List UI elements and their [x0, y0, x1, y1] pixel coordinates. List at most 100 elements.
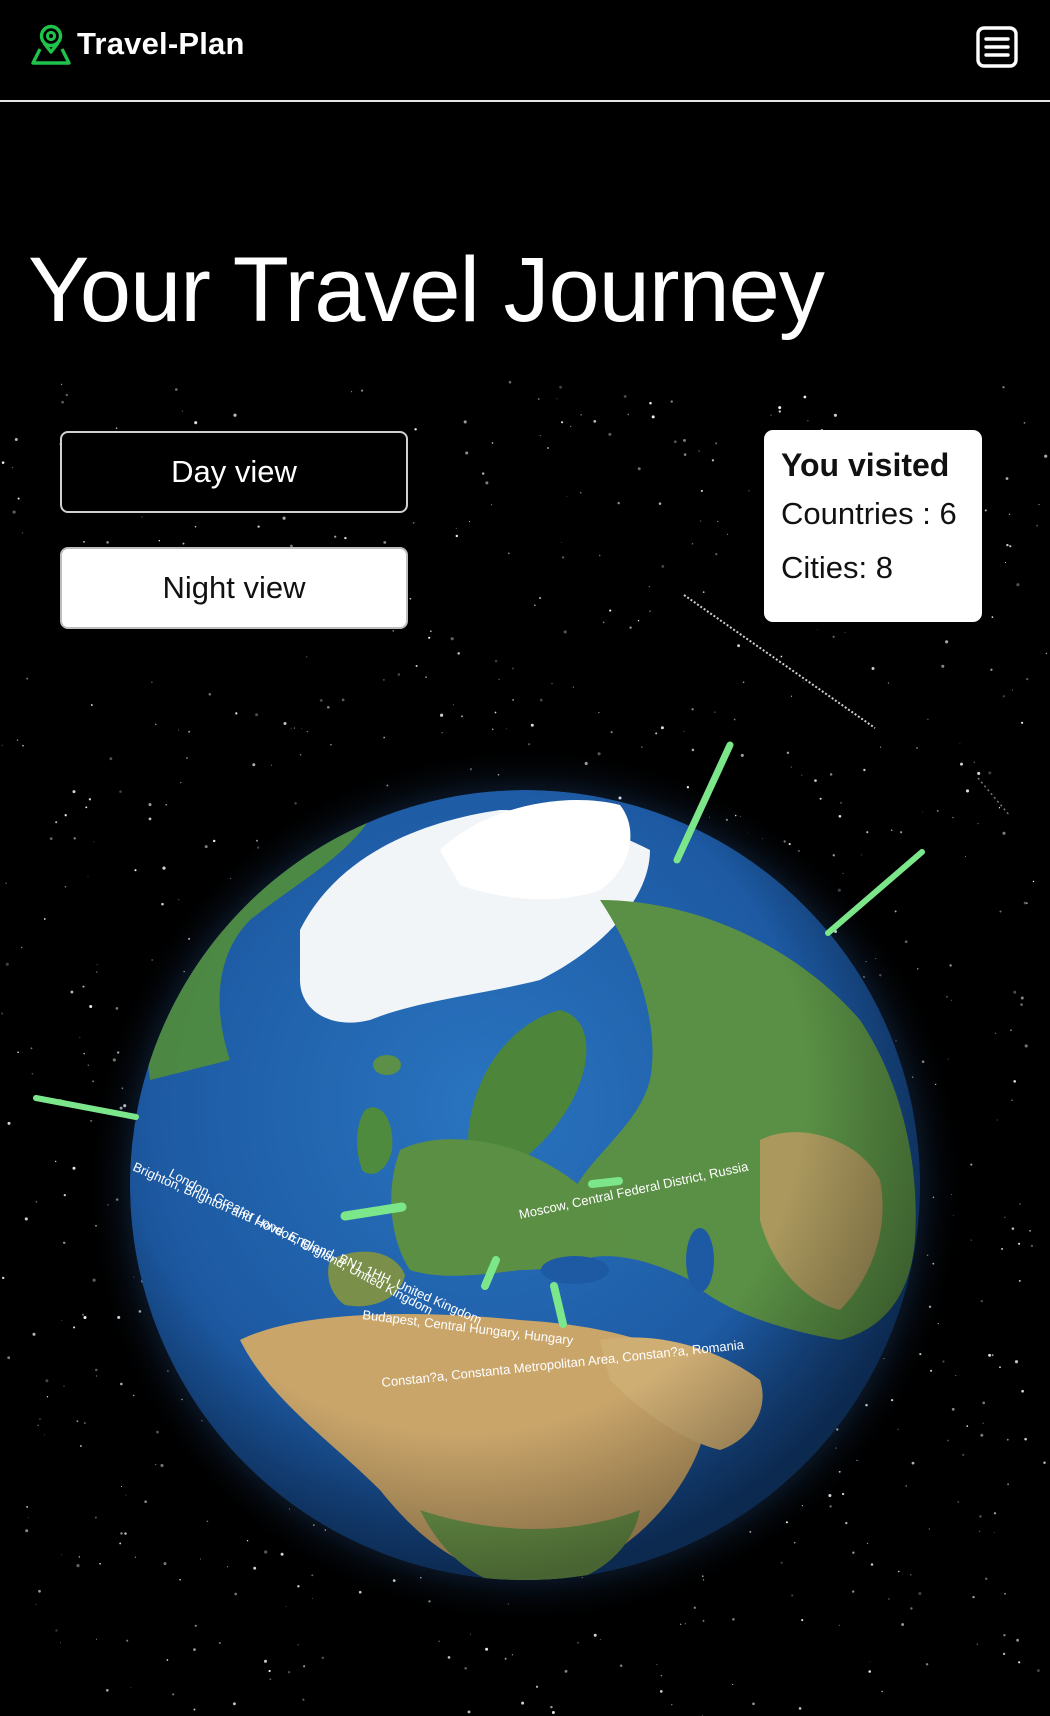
star	[649, 610, 651, 613]
star	[732, 1617, 735, 1621]
star	[941, 664, 945, 668]
star	[319, 698, 323, 702]
star	[457, 652, 460, 655]
star	[637, 467, 641, 471]
star	[165, 803, 168, 806]
star	[752, 1702, 755, 1706]
star	[1018, 1242, 1021, 1245]
star	[683, 438, 686, 442]
star	[321, 1656, 325, 1660]
star	[470, 1633, 471, 1635]
star	[816, 628, 818, 630]
star	[564, 1669, 568, 1673]
star	[30, 1047, 33, 1050]
star	[1013, 1080, 1016, 1083]
star	[232, 1702, 236, 1706]
star	[966, 1425, 969, 1427]
star	[852, 1590, 855, 1593]
star	[928, 1528, 930, 1530]
star	[942, 1360, 945, 1363]
star	[881, 1690, 883, 1693]
star	[990, 668, 993, 671]
star	[485, 1647, 489, 1651]
star	[409, 597, 412, 600]
star	[918, 1592, 922, 1596]
star	[25, 1529, 29, 1533]
star	[121, 1485, 123, 1488]
star	[450, 637, 454, 641]
star	[1030, 1244, 1034, 1248]
star	[467, 1710, 471, 1714]
star	[566, 495, 568, 497]
star	[803, 395, 807, 399]
star	[94, 1368, 98, 1372]
star	[76, 1420, 79, 1423]
star	[993, 1512, 997, 1515]
star	[27, 1517, 29, 1518]
star	[901, 1623, 905, 1626]
star	[148, 817, 152, 821]
star	[1029, 1229, 1032, 1232]
star	[235, 712, 238, 715]
star	[702, 591, 705, 593]
star	[1021, 721, 1024, 724]
star	[608, 432, 612, 436]
star	[297, 1643, 300, 1646]
star	[35, 1201, 38, 1203]
star	[7, 1121, 11, 1125]
star	[465, 451, 469, 455]
star	[96, 964, 98, 966]
star	[936, 809, 939, 812]
star	[819, 797, 822, 800]
star	[92, 1080, 95, 1083]
star	[1026, 678, 1029, 681]
star	[868, 1670, 871, 1673]
star	[392, 630, 394, 632]
star	[60, 383, 63, 386]
star	[504, 1657, 507, 1660]
star	[120, 1532, 123, 1535]
star	[44, 1434, 46, 1436]
star	[425, 676, 427, 678]
star	[539, 596, 542, 600]
star	[598, 554, 601, 557]
star	[1023, 422, 1026, 424]
star	[952, 816, 954, 819]
star	[949, 964, 952, 967]
star	[947, 1058, 950, 1060]
star	[76, 1564, 80, 1568]
star	[330, 743, 332, 746]
day-view-button[interactable]: Day view	[60, 431, 408, 513]
star	[982, 1422, 984, 1424]
star	[1045, 652, 1048, 655]
star	[151, 681, 153, 683]
star	[791, 1594, 794, 1597]
star	[659, 1690, 663, 1693]
star	[148, 803, 152, 807]
star	[83, 1052, 85, 1055]
star	[866, 1542, 869, 1545]
location-marker[interactable]	[588, 1177, 623, 1188]
night-view-button[interactable]: Night view	[60, 547, 408, 629]
star	[188, 730, 191, 733]
star	[293, 727, 295, 729]
star	[226, 1566, 228, 1568]
star	[12, 466, 14, 468]
star	[119, 790, 122, 793]
star	[302, 1698, 305, 1701]
star	[55, 821, 58, 824]
star	[916, 747, 918, 749]
star	[1016, 583, 1020, 587]
star	[87, 876, 89, 878]
visited-stats-card: You visited Countries : 6 Cities: 8	[764, 430, 982, 622]
star	[132, 1394, 135, 1397]
star	[268, 1669, 271, 1673]
brand-link[interactable]: Travel-Plan	[29, 22, 245, 66]
star	[814, 779, 817, 782]
star	[680, 1623, 682, 1625]
star	[579, 491, 582, 494]
hamburger-menu-button[interactable]	[976, 26, 1018, 68]
star	[905, 1485, 907, 1487]
star	[87, 1064, 89, 1066]
star	[73, 1326, 76, 1329]
